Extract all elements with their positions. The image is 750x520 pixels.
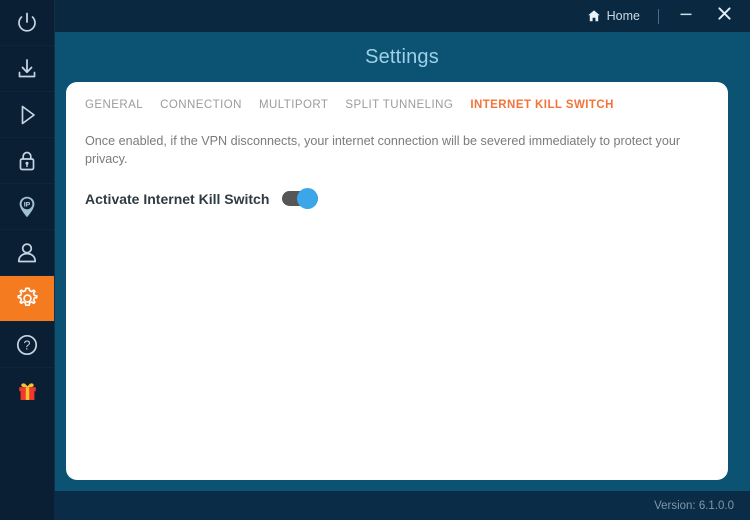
home-button[interactable]: Home xyxy=(583,7,644,25)
tab-general[interactable]: GENERAL xyxy=(85,99,143,111)
kill-switch-toggle-label: Activate Internet Kill Switch xyxy=(85,190,270,207)
sidebar-item-download[interactable] xyxy=(0,46,54,92)
tab-multiport[interactable]: MULTIPORT xyxy=(259,99,328,111)
power-icon xyxy=(14,10,40,36)
tab-internet-kill-switch[interactable]: INTERNET KILL SWITCH xyxy=(470,99,614,111)
question-mark-icon: ? xyxy=(14,332,40,358)
version-label: Version: 6.1.0.0 xyxy=(654,499,734,512)
svg-text:?: ? xyxy=(24,338,31,352)
close-button[interactable] xyxy=(710,4,738,28)
tab-split-tunneling[interactable]: SPLIT TUNNELING xyxy=(345,99,453,111)
download-icon xyxy=(14,56,40,82)
gift-icon xyxy=(15,379,40,404)
gear-icon xyxy=(14,285,41,312)
svg-text:IP: IP xyxy=(24,201,31,208)
page-title: Settings xyxy=(365,45,439,68)
sidebar-item-play[interactable] xyxy=(0,92,54,138)
ip-pin-icon: IP xyxy=(14,194,40,220)
home-label: Home xyxy=(606,9,640,23)
person-icon xyxy=(14,240,40,266)
sidebar-item-help[interactable]: ? xyxy=(0,322,54,368)
close-icon xyxy=(717,6,732,26)
sidebar-item-settings[interactable] xyxy=(0,276,54,322)
play-icon xyxy=(14,102,40,128)
sidebar-item-power[interactable] xyxy=(0,0,54,46)
minimize-icon xyxy=(679,7,693,26)
titlebar-divider xyxy=(658,8,659,24)
toggle-knob xyxy=(297,188,319,209)
lock-icon xyxy=(14,148,40,174)
kill-switch-toggle-row: Activate Internet Kill Switch xyxy=(85,188,728,209)
sidebar-item-lock[interactable] xyxy=(0,138,54,184)
settings-tabs: GENERAL CONNECTION MULTIPORT SPLIT TUNNE… xyxy=(66,82,728,111)
sidebar: IP ? xyxy=(0,0,55,520)
vpn-app-window: Home IP ? Settings GENERAL CONNECTION MU… xyxy=(0,0,750,520)
sidebar-item-ip[interactable]: IP xyxy=(0,184,54,230)
settings-card: GENERAL CONNECTION MULTIPORT SPLIT TUNNE… xyxy=(66,82,728,480)
minimize-button[interactable] xyxy=(672,4,700,28)
tab-connection[interactable]: CONNECTION xyxy=(160,99,242,111)
footer-bar: Version: 6.1.0.0 xyxy=(54,491,750,520)
title-bar: Home xyxy=(54,0,750,32)
kill-switch-description: Once enabled, if the VPN disconnects, yo… xyxy=(85,134,681,167)
home-icon xyxy=(587,9,601,23)
sidebar-item-account[interactable] xyxy=(0,230,54,276)
kill-switch-toggle[interactable] xyxy=(282,188,319,209)
sidebar-item-gift[interactable] xyxy=(0,368,54,414)
